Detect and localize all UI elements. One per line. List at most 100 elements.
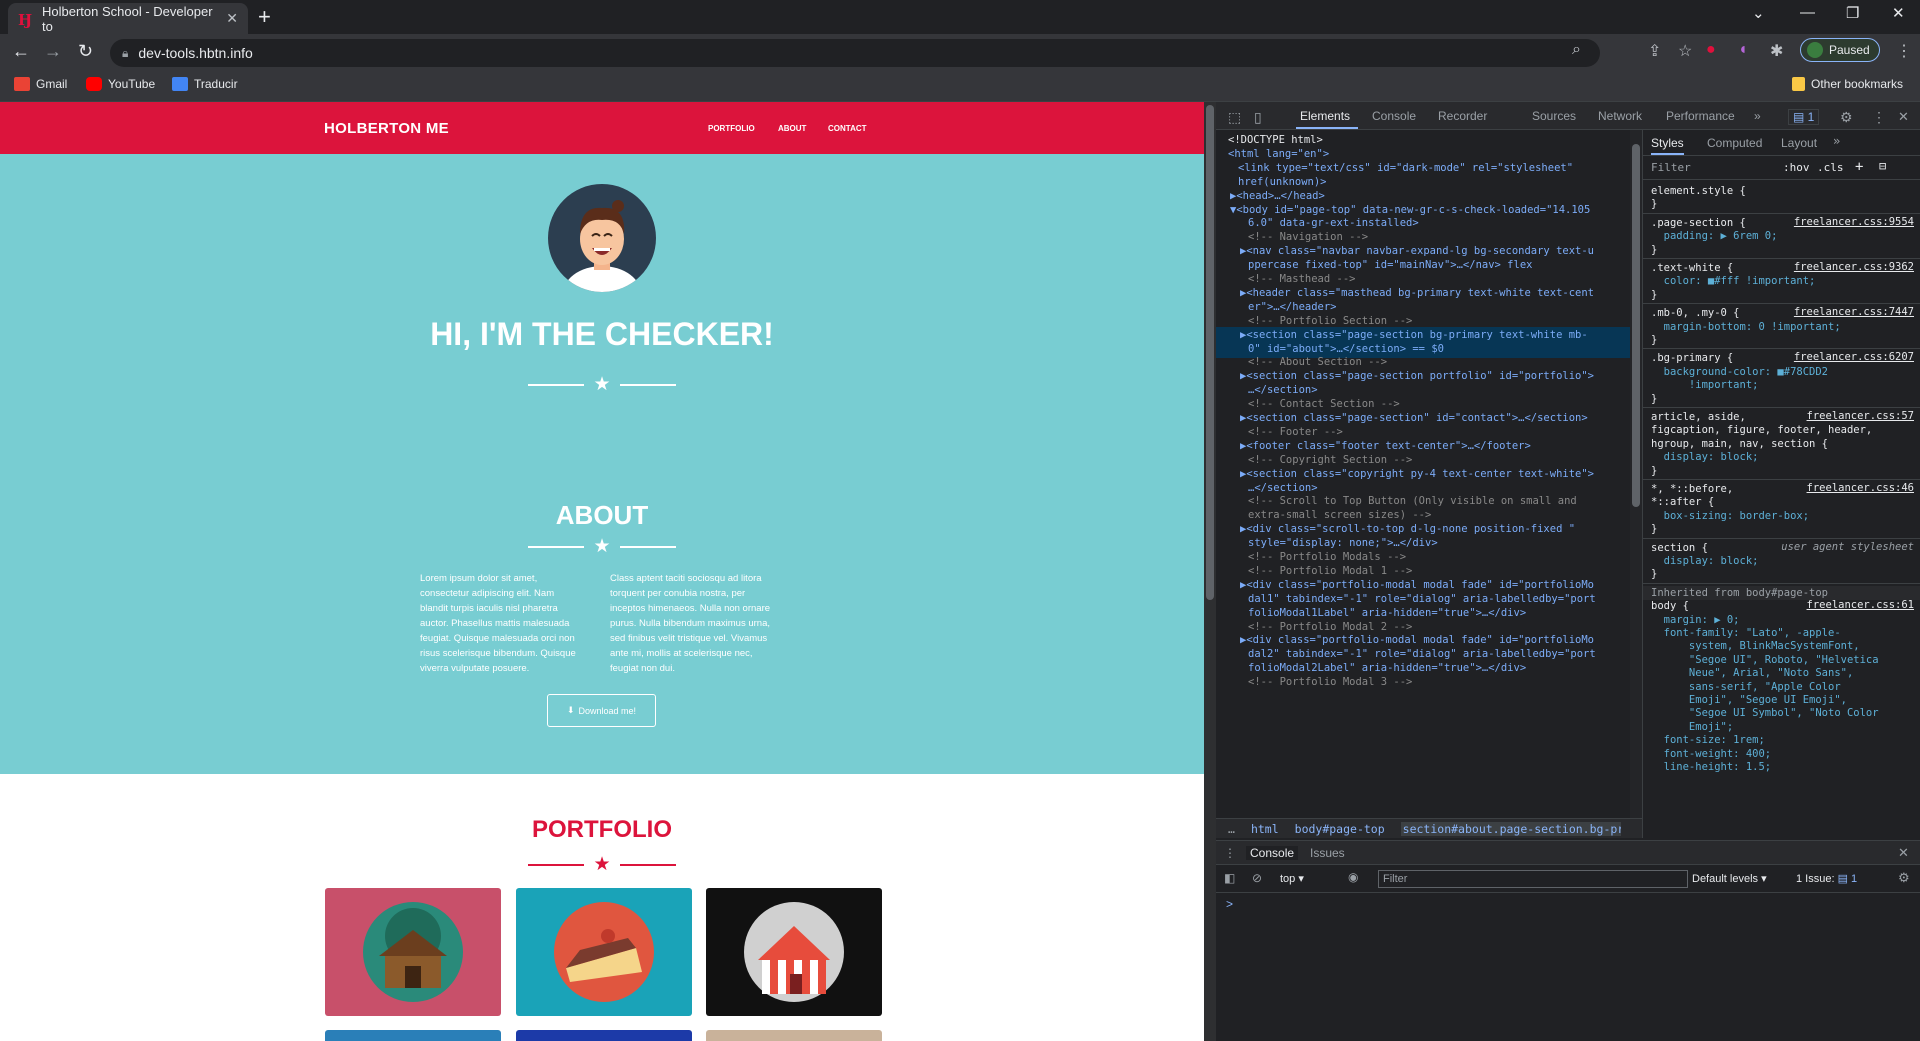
extension-icon[interactable]: ● bbox=[1706, 41, 1716, 59]
css-declaration[interactable]: !important; bbox=[1651, 378, 1913, 392]
forward-icon[interactable]: → bbox=[44, 41, 62, 62]
close-drawer-icon[interactable]: ✕ bbox=[1898, 845, 1909, 861]
css-source-link[interactable]: freelancer.css:9362 bbox=[1794, 261, 1914, 273]
back-icon[interactable]: ← bbox=[12, 41, 30, 62]
css-selector[interactable]: } bbox=[1651, 567, 1913, 581]
breadcrumb-body[interactable]: body#page-top bbox=[1295, 822, 1385, 836]
css-declaration[interactable]: "Segoe UI", Roboto, "Helvetica bbox=[1651, 653, 1913, 667]
puzzle-icon[interactable]: ✱ bbox=[1770, 41, 1783, 61]
browser-tab[interactable]: Ӈ Holberton School - Developer to ✕ bbox=[8, 3, 248, 34]
inspect-icon[interactable]: ⬚ bbox=[1228, 109, 1241, 126]
clear-console-icon[interactable]: ⊘ bbox=[1252, 871, 1262, 885]
close-window-icon[interactable]: ✕ bbox=[1892, 4, 1905, 22]
css-source-link[interactable]: freelancer.css:61 bbox=[1807, 599, 1914, 611]
styles-filter-input[interactable]: Filter bbox=[1651, 161, 1691, 174]
css-declaration[interactable]: font-family: "Lato", -apple- bbox=[1651, 626, 1913, 640]
page-scrollbar[interactable] bbox=[1204, 102, 1216, 1041]
drawer-tab-issues[interactable]: Issues bbox=[1310, 846, 1345, 860]
portfolio-item[interactable] bbox=[706, 1030, 882, 1041]
tab-search-icon[interactable]: ⌄ bbox=[1752, 4, 1765, 22]
bookmark-traducir[interactable]: Traducir bbox=[172, 77, 238, 91]
eye-icon[interactable]: ◉ bbox=[1348, 870, 1358, 884]
css-selector[interactable]: } bbox=[1651, 522, 1913, 536]
css-source-link[interactable]: user agent stylesheet bbox=[1781, 541, 1914, 553]
bookmark-youtube[interactable]: YouTube bbox=[86, 77, 155, 91]
css-selector[interactable]: element.style { bbox=[1651, 184, 1913, 198]
css-declaration[interactable]: display: block; bbox=[1651, 554, 1913, 568]
console-prompt[interactable]: > bbox=[1226, 897, 1233, 911]
tab-network[interactable]: Network bbox=[1598, 109, 1642, 123]
css-selector[interactable]: } bbox=[1651, 464, 1913, 478]
menu-icon[interactable]: ⋮ bbox=[1896, 41, 1912, 61]
css-source-link[interactable]: freelancer.css:9554 bbox=[1794, 216, 1914, 228]
omnibox[interactable]: 🔒︎ dev-tools.hbtn.info bbox=[110, 39, 1600, 67]
css-declaration[interactable]: background-color: ■#78CDD2 bbox=[1651, 365, 1913, 379]
css-declaration[interactable]: font-weight: 400; bbox=[1651, 747, 1913, 761]
new-tab-icon[interactable]: + bbox=[258, 4, 271, 30]
css-selector[interactable]: *::after { bbox=[1651, 495, 1913, 509]
portfolio-item-cabin[interactable] bbox=[325, 888, 501, 1016]
drawer-tab-console[interactable]: Console bbox=[1246, 846, 1299, 860]
class-toggle[interactable]: .cls bbox=[1817, 161, 1844, 174]
download-button[interactable]: ⬇ Download me! bbox=[547, 694, 656, 727]
tab-console[interactable]: Console bbox=[1372, 109, 1416, 123]
scrollbar-thumb[interactable] bbox=[1206, 105, 1214, 600]
css-source-link[interactable]: freelancer.css:46 bbox=[1807, 482, 1914, 494]
tab-layout[interactable]: Layout bbox=[1781, 136, 1817, 150]
console-sidebar-icon[interactable]: ◧ bbox=[1224, 871, 1235, 885]
extension-icon[interactable]: ◖ bbox=[1738, 41, 1748, 59]
css-selector[interactable]: } bbox=[1651, 288, 1913, 302]
tab-elements[interactable]: Elements bbox=[1300, 109, 1350, 123]
site-brand[interactable]: HOLBERTON ME bbox=[324, 120, 449, 137]
css-source-link[interactable]: freelancer.css:57 bbox=[1807, 410, 1914, 422]
context-select[interactable]: top ▾ bbox=[1280, 872, 1304, 885]
settings-gear-icon[interactable]: ⚙ bbox=[1840, 109, 1853, 126]
css-source-link[interactable]: freelancer.css:7447 bbox=[1794, 306, 1914, 318]
dom-node-line[interactable]: <!-- Portfolio Modal 3 --> bbox=[1216, 674, 1631, 691]
css-declaration[interactable]: Emoji"; bbox=[1651, 720, 1913, 734]
breadcrumb-section[interactable]: section#about.page-section.bg-primary.te bbox=[1400, 821, 1621, 836]
console-settings-icon[interactable]: ⚙ bbox=[1898, 870, 1910, 886]
portfolio-item-cake[interactable] bbox=[516, 888, 692, 1016]
tab-performance[interactable]: Performance bbox=[1666, 109, 1735, 123]
tab-styles[interactable]: Styles bbox=[1651, 136, 1684, 155]
bookmark-star-icon[interactable]: ☆ bbox=[1678, 41, 1692, 61]
css-selector[interactable]: } bbox=[1651, 197, 1913, 211]
console-issues-button[interactable]: 1 Issue: ▤ 1 bbox=[1796, 872, 1857, 885]
elements-tree[interactable]: <!DOCTYPE html> <html lang="en"> <link typ… bbox=[1216, 130, 1631, 830]
tab-computed[interactable]: Computed bbox=[1707, 136, 1762, 150]
css-declaration[interactable]: font-size: 1rem; bbox=[1651, 733, 1913, 747]
portfolio-item[interactable] bbox=[325, 1030, 501, 1041]
console-filter-input[interactable]: Filter bbox=[1378, 870, 1688, 888]
add-rule-icon[interactable]: + bbox=[1855, 159, 1863, 175]
portfolio-item[interactable] bbox=[516, 1030, 692, 1041]
portfolio-item-circus[interactable] bbox=[706, 888, 882, 1016]
minimize-icon[interactable]: — bbox=[1800, 4, 1815, 21]
css-declaration[interactable]: sans-serif, "Apple Color bbox=[1651, 680, 1913, 694]
toggle-sidebar-icon[interactable]: ⊟ bbox=[1879, 159, 1886, 173]
log-levels-select[interactable]: Default levels ▾ bbox=[1692, 872, 1767, 885]
restore-icon[interactable]: ❐ bbox=[1846, 4, 1859, 22]
css-declaration[interactable]: system, BlinkMacSystemFont, bbox=[1651, 639, 1913, 653]
css-declaration[interactable]: line-height: 1.5; bbox=[1651, 760, 1913, 774]
elements-scrollbar[interactable] bbox=[1630, 130, 1642, 830]
breadcrumb-html[interactable]: html bbox=[1251, 822, 1279, 836]
close-tab-icon[interactable]: ✕ bbox=[226, 10, 238, 27]
css-declaration[interactable]: padding: ▶ 6rem 0; bbox=[1651, 229, 1913, 243]
bookmark-gmail[interactable]: Gmail bbox=[14, 77, 67, 91]
css-source-link[interactable]: freelancer.css:6207 bbox=[1794, 351, 1914, 363]
css-declaration[interactable]: box-sizing: border-box; bbox=[1651, 509, 1913, 523]
zoom-icon[interactable]: ⌕ bbox=[1572, 41, 1581, 59]
tab-sources[interactable]: Sources bbox=[1532, 109, 1576, 123]
css-selector[interactable]: } bbox=[1651, 333, 1913, 347]
close-devtools-icon[interactable]: ✕ bbox=[1898, 109, 1909, 125]
more-tabs-icon[interactable]: » bbox=[1833, 134, 1840, 148]
css-selector[interactable]: figcaption, figure, footer, header, bbox=[1651, 423, 1913, 437]
css-declaration[interactable]: Neue", Arial, "Noto Sans", bbox=[1651, 666, 1913, 680]
tab-recorder[interactable]: Recorder bbox=[1438, 109, 1487, 123]
css-declaration[interactable]: Emoji", "Segoe UI Emoji", bbox=[1651, 693, 1913, 707]
hover-toggle[interactable]: :hov bbox=[1783, 161, 1810, 174]
css-selector[interactable]: hgroup, main, nav, section { bbox=[1651, 437, 1913, 451]
issues-badge[interactable]: ▤ 1 bbox=[1788, 109, 1820, 125]
scrollbar-thumb[interactable] bbox=[1632, 144, 1640, 507]
